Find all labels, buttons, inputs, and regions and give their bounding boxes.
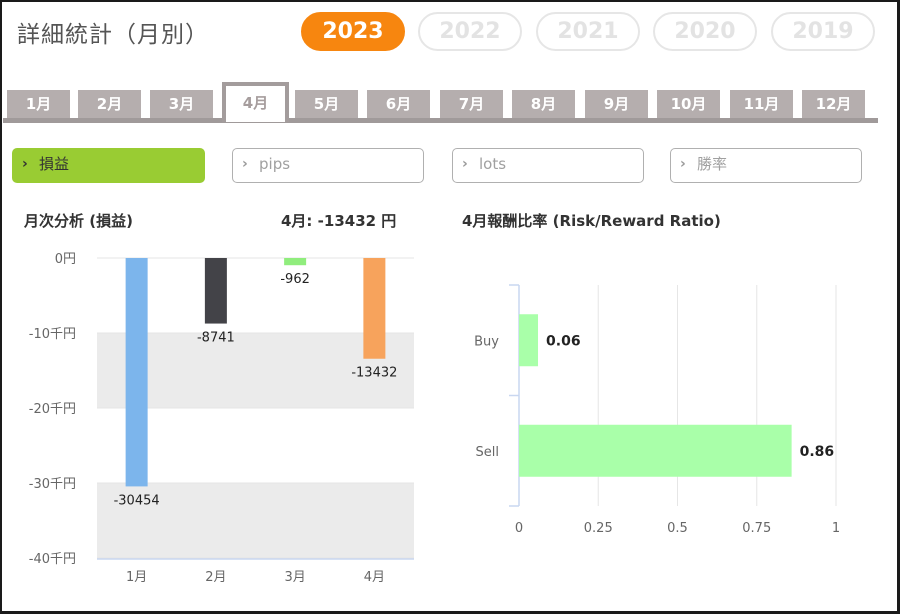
- bar-Buy: [519, 314, 539, 367]
- y-tick-label: -40千円: [29, 552, 76, 567]
- x-tick-label: 3月: [284, 570, 305, 585]
- tab-month-7[interactable]: 7月: [440, 90, 503, 118]
- y-tick-label: 0円: [55, 252, 76, 267]
- x-tick-label: 1月: [126, 570, 147, 585]
- monthly-summary: 4月: -13432 円: [281, 212, 397, 230]
- monthly-pl-chart: 0円 -10千円 -20千円 -30千円 -40千円 -30454 1月 -8741 2月 -96…: [29, 252, 414, 585]
- year-pill-2019[interactable]: 2019: [771, 12, 875, 51]
- rr-chart-heading: 4月報酬比率 (Risk/Reward Ratio): [462, 212, 721, 230]
- chevron-right-icon: ›: [242, 156, 248, 172]
- tab-month-4[interactable]: 4月: [222, 82, 289, 122]
- x-tick-label: 4月: [364, 570, 385, 585]
- x-tick-label: 0: [515, 521, 523, 536]
- metric-lots-button[interactable]: › lots: [452, 148, 644, 183]
- metric-label: pips: [259, 155, 291, 173]
- y-tick-label: -10千円: [29, 327, 76, 342]
- data-label: -13432: [351, 366, 397, 381]
- x-tick-label: 0.25: [584, 521, 613, 536]
- bar-4月: [363, 258, 386, 359]
- tab-month-12[interactable]: 12月: [802, 90, 865, 118]
- x-tick-label: 0.5: [667, 521, 688, 536]
- bar-1月: [125, 258, 148, 487]
- data-label: -8741: [197, 331, 235, 346]
- tab-month-1[interactable]: 1月: [7, 90, 70, 118]
- risk-reward-chart: 0 0.25 0.5 0.75 1 0.06 Buy 0.86 Sell: [474, 284, 840, 536]
- year-pill-2021[interactable]: 2021: [536, 12, 640, 51]
- metric-label: 勝率: [697, 155, 728, 173]
- data-label: 0.06: [546, 333, 581, 349]
- metric-label: 損益: [39, 155, 70, 173]
- chevron-right-icon: ›: [22, 156, 28, 172]
- metric-winrate-button[interactable]: › 勝率: [670, 148, 862, 183]
- tab-month-5[interactable]: 5月: [295, 90, 358, 118]
- y-tick-label: Buy: [474, 334, 499, 349]
- page-title: 詳細統計（月別）: [17, 22, 209, 48]
- bar-2月: [204, 258, 227, 324]
- tab-month-3[interactable]: 3月: [150, 90, 213, 118]
- chevron-right-icon: ›: [462, 156, 468, 172]
- y-tick-label: Sell: [476, 445, 499, 460]
- monthly-chart-heading: 月次分析 (損益): [24, 212, 133, 230]
- y-tick-label: -20千円: [29, 402, 76, 417]
- metric-pips-button[interactable]: › pips: [232, 148, 424, 183]
- bar-3月: [284, 258, 307, 266]
- year-pill-2023[interactable]: 2023: [301, 12, 405, 51]
- y-tick-label: -30千円: [29, 477, 76, 492]
- x-tick-label: 2月: [205, 570, 226, 585]
- tab-month-2[interactable]: 2月: [78, 90, 141, 118]
- data-label: 0.86: [800, 444, 835, 460]
- tab-month-9[interactable]: 9月: [585, 90, 648, 118]
- year-pill-2020[interactable]: 2020: [653, 12, 757, 51]
- metric-pl-button[interactable]: › 損益: [12, 148, 205, 183]
- data-label: -30454: [114, 493, 160, 508]
- bar-Sell: [519, 424, 792, 477]
- x-tick-label: 1: [832, 521, 840, 536]
- month-tabs-baseline: [3, 118, 878, 123]
- tab-month-6[interactable]: 6月: [367, 90, 430, 118]
- data-label: -962: [280, 272, 310, 287]
- tab-month-10[interactable]: 10月: [657, 90, 720, 118]
- tab-month-11[interactable]: 11月: [730, 90, 793, 118]
- x-tick-label: 0.75: [742, 521, 771, 536]
- chevron-right-icon: ›: [680, 156, 686, 172]
- year-pill-2022[interactable]: 2022: [418, 12, 522, 51]
- tab-month-8[interactable]: 8月: [512, 90, 575, 118]
- metric-label: lots: [479, 155, 507, 173]
